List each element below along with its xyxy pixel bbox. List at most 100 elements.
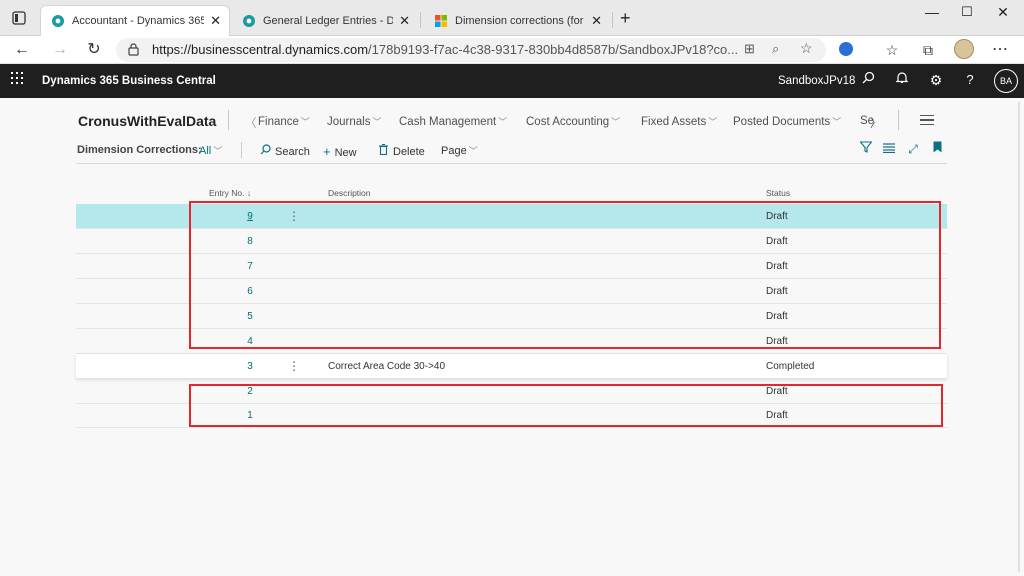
browser-tab-dimension-corrections[interactable]: Dimension corrections (for G/L E ✕ xyxy=(424,5,610,36)
help-icon[interactable]: ? xyxy=(961,71,979,89)
nav-item-label: Posted Documents xyxy=(733,116,831,128)
zoom-icon[interactable]: ⌕ xyxy=(772,41,779,57)
url-host: https://businesscentral.dynamics.com xyxy=(152,42,369,57)
lock-icon[interactable] xyxy=(128,43,139,61)
highlight-box-draft-entries-9-4 xyxy=(189,201,941,349)
page-menu-button[interactable]: Page ﹀ xyxy=(441,144,478,157)
microsoft-icon xyxy=(434,14,448,28)
new-label: New xyxy=(334,147,357,159)
bookmark-icon[interactable] xyxy=(929,141,945,157)
action-bar-divider xyxy=(76,163,947,164)
url-path: /178b9193-f7ac-4c38-9317-830bb4d8587b/Sa… xyxy=(368,42,739,57)
description-cell: Correct Area Code 30->40 xyxy=(328,361,446,372)
nav-item-finance[interactable]: Finance ﹀ xyxy=(258,115,310,128)
user-avatar[interactable]: BA xyxy=(994,69,1018,93)
browser-toolbar: ← → ↻ https://businesscentral.dynamics.c… xyxy=(0,36,1024,64)
search-icon[interactable] xyxy=(859,71,877,89)
url-text[interactable]: https://businesscentral.dynamics.com/178… xyxy=(152,42,738,57)
nav-item-fixed-assets[interactable]: Fixed Assets ﹀ xyxy=(641,115,717,128)
column-header-label: Entry No. xyxy=(209,188,245,198)
close-tab-icon[interactable]: ✕ xyxy=(399,13,410,29)
list-view-icon[interactable] xyxy=(881,141,897,157)
search-icon xyxy=(260,144,272,158)
chevron-down-icon: ﹀ xyxy=(611,117,621,127)
company-name[interactable]: CronusWithEvalData xyxy=(78,113,216,129)
page-scrollbar[interactable] xyxy=(1014,98,1024,576)
tab-title: Dimension corrections (for G/L E xyxy=(455,14,585,27)
notification-bell-icon[interactable] xyxy=(893,71,911,89)
chevron-down-icon: ﹀ xyxy=(498,117,508,127)
entry-no-link[interactable]: 3 xyxy=(226,361,274,372)
action-divider xyxy=(241,142,242,158)
expand-icon[interactable]: ⤢ xyxy=(905,141,921,157)
more-icon[interactable]: ⋯ xyxy=(990,40,1010,60)
settings-gear-icon[interactable]: ⚙ xyxy=(927,71,945,89)
tab-divider xyxy=(420,12,421,28)
nav-divider xyxy=(898,110,899,130)
app-available-icon[interactable]: ⊞ xyxy=(744,41,755,57)
row-actions-icon[interactable]: ⋮ xyxy=(288,359,300,373)
nav-scroll-right-icon[interactable]: 〉 xyxy=(870,115,882,131)
nav-item-label: Cost Accounting xyxy=(526,116,610,128)
hamburger-menu-icon[interactable] xyxy=(920,115,934,125)
column-header-status[interactable]: Status xyxy=(766,188,790,198)
browser-tab-strip: Accountant - Dynamics 365 Busi ✕ General… xyxy=(0,0,1024,36)
dynamics-icon xyxy=(242,14,256,28)
delete-label: Delete xyxy=(393,146,425,158)
browser-tab-accountant[interactable]: Accountant - Dynamics 365 Busi ✕ xyxy=(40,5,230,36)
search-button[interactable]: Search xyxy=(260,144,310,158)
trash-icon xyxy=(379,143,389,158)
address-bar[interactable]: https://businesscentral.dynamics.com/178… xyxy=(116,38,826,62)
filter-view-label: All xyxy=(199,145,212,157)
app-title: Dynamics 365 Business Central xyxy=(42,75,216,87)
table-row[interactable]: 3 ⋮ Correct Area Code 30->40 Completed xyxy=(76,354,947,379)
filter-view-selector[interactable]: All ﹀ xyxy=(199,144,222,157)
sort-descending-icon: ↓ xyxy=(246,188,252,198)
nav-item-journals[interactable]: Journals ﹀ xyxy=(327,115,381,128)
chevron-down-icon: ﹀ xyxy=(708,117,718,127)
app-launcher-icon[interactable] xyxy=(11,72,23,84)
new-button[interactable]: + New xyxy=(323,144,357,159)
profile-avatar[interactable] xyxy=(954,39,974,59)
nav-scroll-left-icon[interactable]: 〈 xyxy=(245,115,257,131)
nav-item-label: Cash Management xyxy=(399,116,497,128)
favorite-star-icon[interactable]: ☆ xyxy=(800,40,813,57)
extension-icon[interactable] xyxy=(839,42,853,56)
chevron-down-icon: ﹀ xyxy=(372,117,382,127)
favorites-icon[interactable]: ☆ xyxy=(882,40,902,60)
environment-name[interactable]: SandboxJPv18 xyxy=(778,75,855,87)
nav-item-cost-accounting[interactable]: Cost Accounting ﹀ xyxy=(526,115,620,128)
app-header: Dynamics 365 Business Central SandboxJPv… xyxy=(0,64,1024,98)
page-title: Dimension Corrections: xyxy=(77,144,202,156)
back-icon[interactable]: ← xyxy=(12,40,32,60)
refresh-icon[interactable]: ↻ xyxy=(84,40,104,60)
nav-divider xyxy=(228,110,229,130)
collections-icon[interactable]: ⧉ xyxy=(918,40,938,60)
maximize-icon[interactable]: ☐ xyxy=(952,2,982,22)
close-window-icon[interactable]: ✕ xyxy=(988,2,1018,22)
browser-tab-general-ledger[interactable]: General Ledger Entries - Dynami ✕ xyxy=(232,5,418,36)
dynamics-icon xyxy=(51,14,65,28)
chevron-down-icon: ﹀ xyxy=(468,146,478,156)
delete-button[interactable]: Delete xyxy=(379,143,425,158)
close-tab-icon[interactable]: ✕ xyxy=(591,13,602,29)
nav-item-cash-management[interactable]: Cash Management ﹀ xyxy=(399,115,507,128)
nav-item-posted-documents[interactable]: Posted Documents ﹀ xyxy=(733,115,841,128)
minimize-icon[interactable]: — xyxy=(917,2,947,22)
tab-title: Accountant - Dynamics 365 Busi xyxy=(72,15,205,27)
nav-item-label: Fixed Assets xyxy=(641,116,707,128)
forward-icon[interactable]: → xyxy=(50,40,70,60)
chevron-down-icon: ﹀ xyxy=(832,117,842,127)
nav-item-label: Journals xyxy=(327,116,371,128)
page-menu-label: Page xyxy=(441,145,467,157)
new-tab-button[interactable]: + xyxy=(620,8,631,29)
scrollbar-track xyxy=(1018,102,1020,572)
plus-icon: + xyxy=(323,144,331,159)
column-header-description[interactable]: Description xyxy=(328,188,371,198)
tab-actions-icon[interactable] xyxy=(12,11,26,25)
close-tab-icon[interactable]: ✕ xyxy=(210,13,221,29)
column-header-entry-no[interactable]: Entry No. ↓ xyxy=(209,188,251,198)
status-cell: Completed xyxy=(766,361,815,372)
filter-icon[interactable] xyxy=(858,141,874,157)
chevron-down-icon: ﹀ xyxy=(300,117,310,127)
